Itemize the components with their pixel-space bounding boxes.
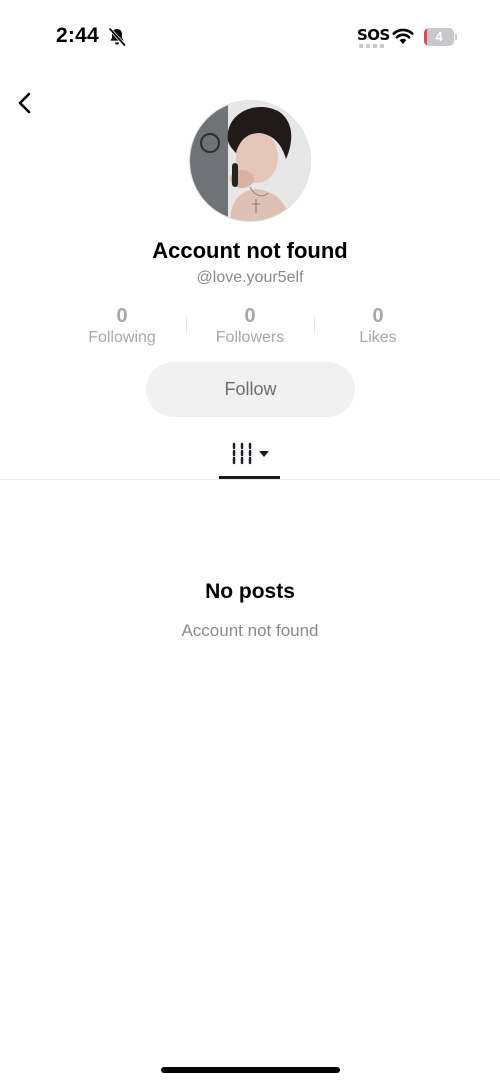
stat-followers[interactable]: 0 Followers [186,304,314,350]
empty-state-title: No posts [205,580,295,603]
profile-photo [190,101,310,221]
wifi-icon [392,28,414,44]
home-indicator[interactable] [161,1067,340,1073]
stat-likes[interactable]: 0 Likes [314,304,442,350]
stat-following-value: 0 [116,305,128,327]
empty-state-subtitle: Account not found [181,621,319,640]
profile-stats: 0 Following 0 Followers 0 Likes [58,304,442,350]
avatar[interactable] [189,100,311,222]
battery-level: 4 [435,29,443,44]
status-bar: 2:44 SOS 4 [0,0,500,74]
stat-following[interactable]: 0 Following [58,304,186,350]
bell-slash-icon [108,27,126,47]
back-chevron-icon[interactable] [14,90,38,116]
profile-name: Account not found [152,238,348,263]
tab-divider [0,479,500,480]
stat-likes-value: 0 [372,305,384,327]
tab-posts-grid[interactable] [219,436,280,479]
sos-label: SOS [357,26,390,44]
signal-dots-icon [359,44,384,48]
status-time: 2:44 [56,24,99,47]
stat-followers-label: Followers [215,329,285,346]
follow-button[interactable]: Follow [146,362,355,417]
grid-filter-icon [232,442,269,465]
profile-handle: @love.your5elf [196,269,304,286]
battery-icon: 4 [424,28,457,46]
stat-following-label: Following [88,329,156,346]
stat-followers-value: 0 [244,305,256,327]
stat-likes-label: Likes [359,329,397,346]
caret-down-icon [259,451,269,457]
